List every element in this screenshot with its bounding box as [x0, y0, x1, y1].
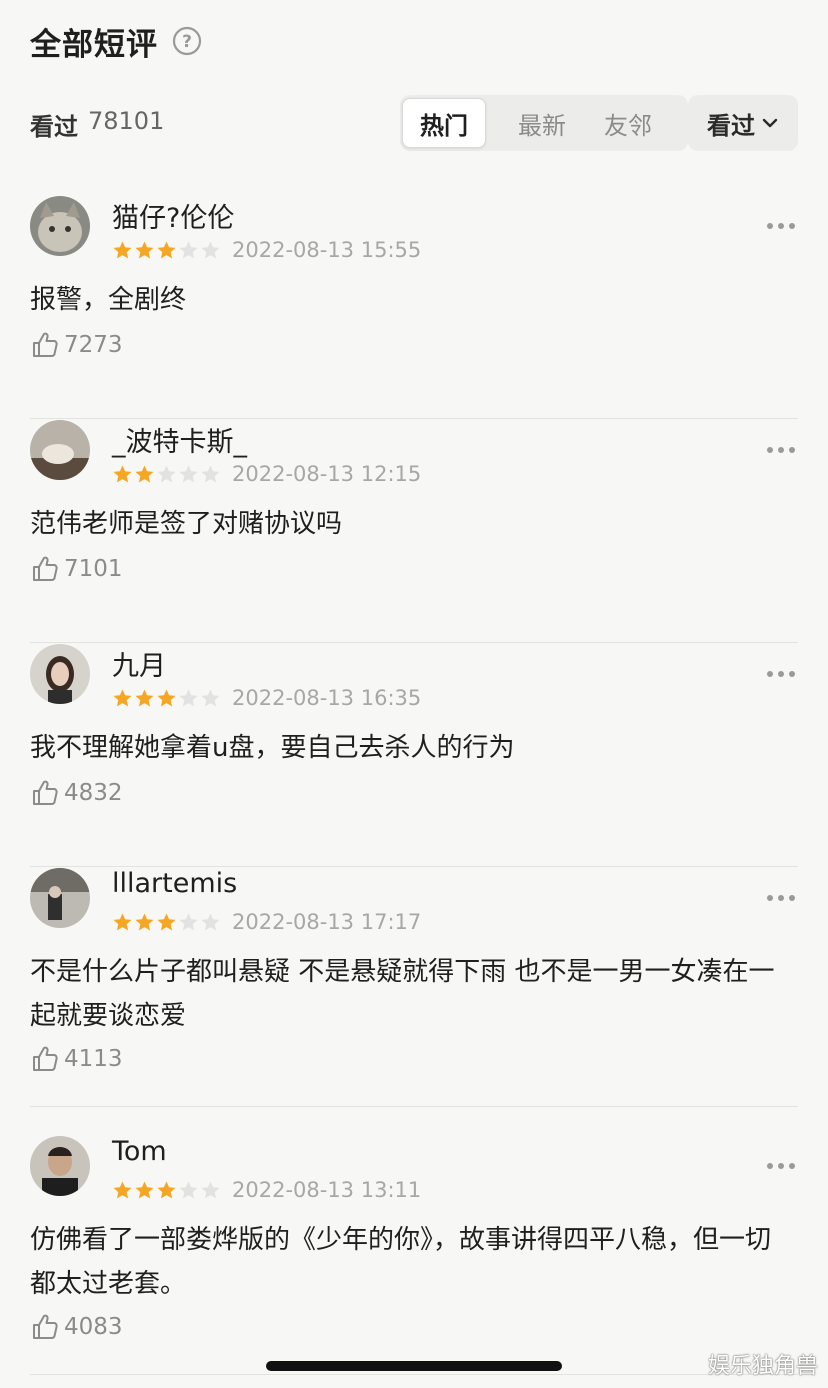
- comment-item: lllartemis 2022-08-13 17:17 不是什么片子都叫悬疑 不…: [30, 868, 798, 1107]
- seen-number: 78101: [88, 107, 165, 135]
- star-filled-icon: [113, 465, 132, 482]
- like-button[interactable]: 4832: [30, 778, 123, 808]
- username[interactable]: _波特卡斯_: [112, 420, 247, 459]
- comment-date: 2022-08-13 17:17: [232, 910, 422, 934]
- star-filled-icon: [157, 689, 176, 706]
- comment-item: _波特卡斯_ 2022-08-13 12:15 范伟老师是签了对赌协议吗 710…: [30, 420, 798, 643]
- like-count: 7273: [64, 332, 123, 358]
- star-filled-icon: [113, 1181, 132, 1198]
- filter-bar: 看过 78101 热门 最新 友邻 看过: [30, 95, 798, 151]
- thumbs-up-icon: [33, 1046, 58, 1071]
- star-empty-icon: [179, 1181, 198, 1198]
- seen-count: 看过 78101: [30, 107, 164, 142]
- star-filled-icon: [157, 1181, 176, 1198]
- comment-meta: 2022-08-13 17:17: [112, 910, 421, 934]
- username[interactable]: 猫仔?伦伦: [112, 196, 234, 235]
- sort-tabs: 热门 最新 友邻: [400, 95, 688, 151]
- star-empty-icon: [201, 1181, 220, 1198]
- comment-text: 范伟老师是签了对赌协议吗: [30, 509, 343, 539]
- tab-hot[interactable]: 热门: [402, 98, 486, 148]
- comment-date: 2022-08-13 16:35: [232, 686, 422, 710]
- chevron-down-icon: [762, 118, 778, 128]
- star-empty-icon: [179, 465, 198, 482]
- more-options-icon[interactable]: [766, 1162, 796, 1170]
- page-header: 全部短评 ?: [30, 18, 202, 64]
- thumbs-up-icon: [33, 780, 58, 805]
- star-empty-icon: [201, 913, 220, 930]
- star-empty-icon: [179, 913, 198, 930]
- like-count: 4113: [64, 1046, 123, 1072]
- star-rating: [112, 240, 222, 261]
- like-button[interactable]: 7273: [30, 330, 123, 360]
- star-empty-icon: [157, 465, 176, 482]
- star-filled-icon: [157, 241, 176, 258]
- star-filled-icon: [135, 689, 154, 706]
- watermark: 娱乐独角兽: [707, 1354, 818, 1379]
- star-empty-icon: [201, 689, 220, 706]
- more-options-icon[interactable]: [766, 894, 796, 902]
- comment-item: 九月 2022-08-13 16:35 我不理解她拿着u盘，要自己去杀人的行为 …: [30, 644, 798, 867]
- thumbs-up-icon: [33, 556, 58, 581]
- more-options-icon[interactable]: [766, 670, 796, 678]
- question-circle-icon[interactable]: ?: [172, 26, 202, 56]
- avatar[interactable]: [30, 644, 90, 704]
- star-empty-icon: [201, 241, 220, 258]
- star-filled-icon: [113, 241, 132, 258]
- comment-meta: 2022-08-13 12:15: [112, 462, 421, 486]
- comment-text: 我不理解她拿着u盘，要自己去杀人的行为: [30, 733, 515, 763]
- avatar[interactable]: [30, 868, 90, 928]
- comment-item: Tom 2022-08-13 13:11 仿佛看了一部娄烨版的《少年的你》，故事…: [30, 1136, 798, 1375]
- comment-meta: 2022-08-13 13:11: [112, 1178, 421, 1202]
- avatar[interactable]: [30, 1136, 90, 1196]
- username[interactable]: lllartemis: [112, 868, 237, 899]
- like-count: 4832: [64, 780, 123, 806]
- star-filled-icon: [113, 913, 132, 930]
- like-count: 4083: [64, 1314, 123, 1340]
- star-filled-icon: [157, 913, 176, 930]
- svg-text:?: ?: [182, 32, 192, 52]
- comment-item: 猫仔?伦伦 2022-08-13 15:55 报警，全剧终 7273: [30, 196, 798, 419]
- comment-date: 2022-08-13 12:15: [232, 462, 422, 486]
- like-button[interactable]: 4113: [30, 1044, 123, 1074]
- star-empty-icon: [179, 241, 198, 258]
- comment-meta: 2022-08-13 15:55: [112, 238, 421, 262]
- star-rating: [112, 464, 222, 485]
- star-rating: [112, 912, 222, 933]
- seen-label: 看过: [30, 113, 78, 141]
- watched-filter-dropdown[interactable]: 看过: [688, 95, 798, 151]
- more-options-icon[interactable]: [766, 222, 796, 230]
- username[interactable]: 九月: [112, 644, 166, 683]
- star-filled-icon: [135, 913, 154, 930]
- like-button[interactable]: 4083: [30, 1312, 123, 1342]
- comment-date: 2022-08-13 15:55: [232, 238, 422, 262]
- star-filled-icon: [135, 1181, 154, 1198]
- like-count: 7101: [64, 556, 123, 582]
- comment-text: 仿佛看了一部娄烨版的《少年的你》，故事讲得四平八稳，但一切都太过老套。: [30, 1225, 772, 1299]
- star-rating: [112, 688, 222, 709]
- star-filled-icon: [135, 465, 154, 482]
- more-options-icon[interactable]: [766, 446, 796, 454]
- star-filled-icon: [113, 689, 132, 706]
- username[interactable]: Tom: [112, 1136, 167, 1167]
- thumbs-up-icon: [33, 1314, 58, 1339]
- thumbs-up-icon: [33, 332, 58, 357]
- star-rating: [112, 1180, 222, 1201]
- avatar[interactable]: [30, 420, 90, 480]
- avatar[interactable]: [30, 196, 90, 256]
- comment-date: 2022-08-13 13:11: [232, 1178, 422, 1202]
- dropdown-label: 看过: [707, 111, 755, 140]
- tab-latest[interactable]: 最新: [500, 98, 584, 148]
- home-indicator[interactable]: [266, 1361, 562, 1371]
- like-button[interactable]: 7101: [30, 554, 123, 584]
- star-empty-icon: [179, 689, 198, 706]
- star-filled-icon: [135, 241, 154, 258]
- star-empty-icon: [201, 465, 220, 482]
- page-title: 全部短评: [30, 26, 158, 63]
- comment-text: 报警，全剧终: [30, 285, 187, 315]
- tab-friends[interactable]: 友邻: [586, 98, 670, 148]
- comment-meta: 2022-08-13 16:35: [112, 686, 421, 710]
- comment-text: 不是什么片子都叫悬疑 不是悬疑就得下雨 也不是一男一女凑在一起就要谈恋爱: [30, 957, 775, 1031]
